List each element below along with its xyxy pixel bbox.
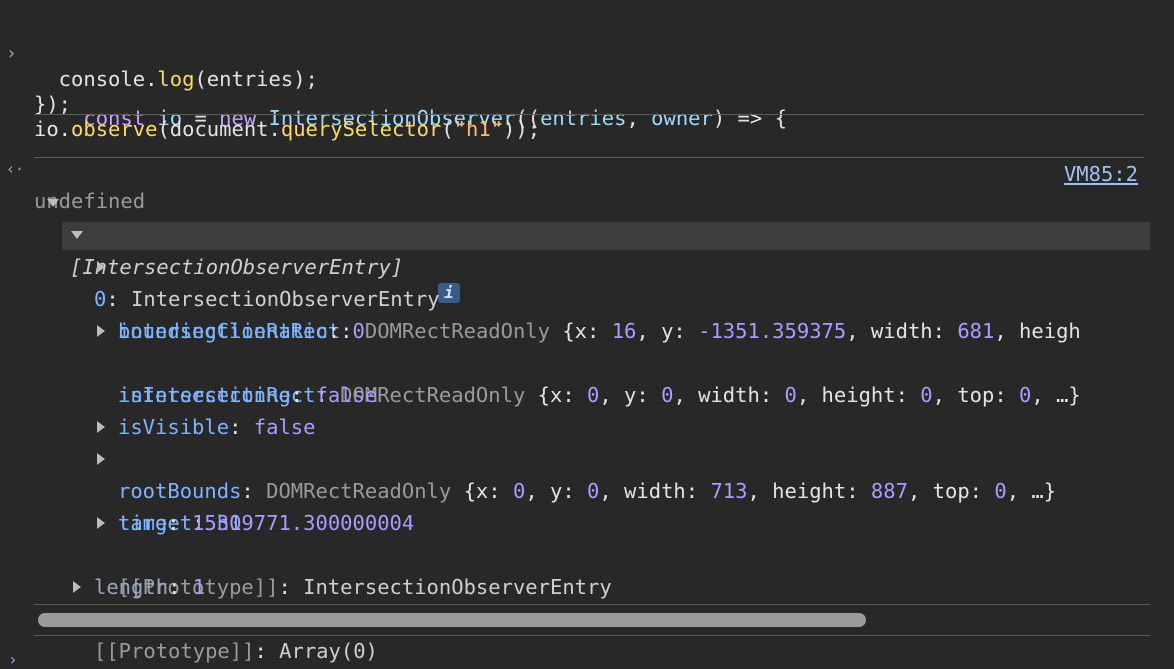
horizontal-scrollbar[interactable] [34, 604, 1150, 636]
console-result-line: ‹· undefined [0, 121, 1174, 213]
prop-is-intersecting: isIntersecting: false [118, 383, 378, 407]
prop-time: time: 15309771.300000004 [118, 511, 415, 535]
divider [34, 157, 1144, 158]
expand-triangle-right-icon[interactable] [94, 411, 108, 443]
expand-triangle-down-icon[interactable] [46, 187, 60, 219]
expand-triangle-down-icon[interactable] [70, 219, 84, 251]
expand-triangle-right-icon[interactable] [94, 507, 108, 539]
divider [34, 114, 1144, 115]
prop-length: length: 1 [94, 575, 206, 599]
prop-entry-prototype[interactable]: [[Prototype]]: IntersectionObserverEntry [0, 507, 1174, 599]
console-input-line-4: io.observe(document.querySelector("h1"))… [0, 81, 1174, 141]
prop-value: Array(0) [279, 639, 378, 663]
prop-key: [[Prototype]] [94, 639, 255, 663]
prop-bounding-client-rect[interactable]: boundingClientRect: DOMRectReadOnly {x: … [0, 251, 1174, 343]
expand-triangle-right-icon[interactable] [94, 315, 108, 347]
prop-target[interactable]: target: h1 [0, 443, 1174, 535]
result-arrow-icon: ‹· [6, 160, 25, 178]
source-link[interactable]: VM85:2 [1064, 158, 1138, 190]
expand-triangle-right-icon[interactable] [70, 571, 84, 603]
prop-root-bounds[interactable]: rootBounds: DOMRectReadOnly {x: 0, y: 0,… [0, 411, 1174, 503]
console-prompt-chevron-icon[interactable]: › [8, 650, 18, 669]
prop-array-prototype[interactable]: [[Prototype]]: Array(0) [0, 571, 1174, 663]
expand-triangle-right-icon[interactable] [94, 251, 108, 283]
log-array-row[interactable]: [IntersectionObserverEntry] i [0, 187, 1174, 303]
prop-intersection-ratio: intersectionRatio: 0 [118, 319, 365, 343]
entry-row[interactable]: 0: IntersectionObserverEntry [0, 219, 1174, 311]
prop-intersection-rect[interactable]: intersectionRect: DOMRectReadOnly {x: 0,… [0, 315, 1174, 407]
expand-triangle-right-icon[interactable] [94, 443, 108, 475]
prop-is-visible: isVisible: false [118, 415, 316, 439]
scrollbar-thumb[interactable] [38, 613, 866, 627]
